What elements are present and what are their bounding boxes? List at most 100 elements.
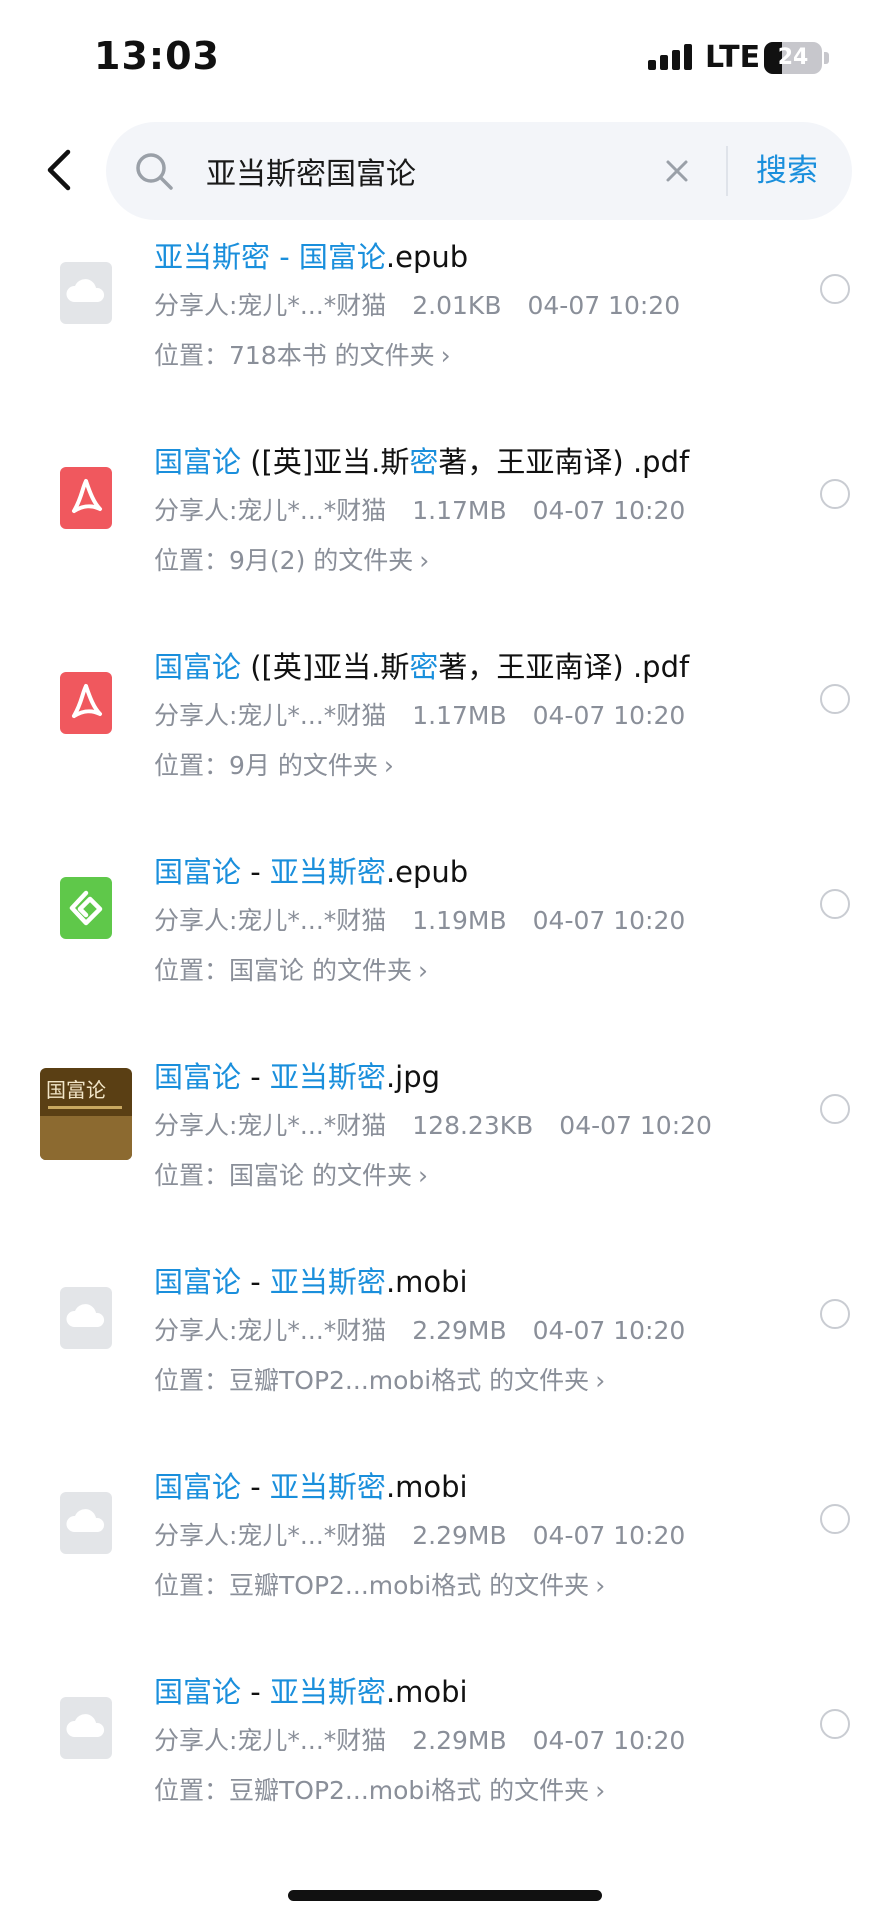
file-size: 1.17MB (412, 701, 507, 730)
file-date: 04-07 10:20 (527, 291, 681, 320)
location-link[interactable]: 位置：豆瓣TOP2...mobi格式 的文件夹 › (154, 1361, 605, 1397)
select-radio[interactable] (820, 1504, 850, 1534)
result-row[interactable]: 国富论 - 亚当斯密.mobi 分享人:宠儿*...*财猫 2.29MB 04-07 … (0, 1195, 887, 1400)
file-title-part: 国富论 (154, 1265, 242, 1299)
screen: 13:03 LTE 24 搜索 亚当斯密 - 国富论.epub分享人:宠儿*..… (0, 0, 887, 1920)
sharer-text: 分享人:宠儿*...*财猫 (154, 1316, 387, 1345)
file-title-part: 国富论 (154, 1675, 242, 1709)
file-meta: 分享人:宠儿*...*财猫 2.29MB 04-07 10:20 (154, 1311, 685, 1347)
signal-strength-icon (648, 44, 694, 70)
file-size: 2.29MB (412, 1726, 507, 1755)
file-title-part: ([英]亚当.斯 (241, 445, 410, 479)
file-title[interactable]: 国富论 - 亚当斯密.mobi (154, 1259, 468, 1301)
location-text: 位置：718本书 的文件夹 (154, 341, 435, 370)
chevron-right-icon: › (417, 1161, 428, 1190)
back-button[interactable] (40, 146, 80, 194)
select-radio[interactable] (820, 889, 850, 919)
file-date: 04-07 10:20 (532, 906, 686, 935)
file-size: 2.29MB (412, 1521, 507, 1550)
result-row[interactable]: 国富论 国富论 - 亚当斯密.jpg 分享人:宠儿*...*财猫 128.23KB 04… (0, 990, 887, 1195)
file-title[interactable]: 国富论 - 亚当斯密.mobi (154, 1669, 468, 1711)
file-title-part: 亚当斯密 - 国富论 (154, 240, 386, 274)
location-text: 位置：国富论 的文件夹 (154, 956, 412, 985)
result-row[interactable]: 国富论 - 亚当斯密.mobi 分享人:宠儿*...*财猫 2.29MB 04-07 … (0, 1605, 887, 1802)
file-title-part: 密 (409, 445, 439, 479)
file-meta: 分享人:宠儿*...*财猫 2.29MB 04-07 10:20 (154, 1516, 685, 1552)
chevron-right-icon: › (440, 341, 451, 370)
chevron-right-icon: › (595, 1366, 606, 1395)
status-time: 13:03 (94, 34, 220, 78)
select-radio[interactable] (820, 1709, 850, 1739)
results-list[interactable]: 亚当斯密 - 国富论.epub 分享人:宠儿*...*财猫 2.01KB 04-07 … (0, 222, 887, 1802)
location-link[interactable]: 位置：9月(2) 的文件夹 › (154, 541, 429, 577)
file-title[interactable]: 国富论 ([英]亚当.斯密著，王亚南译) .pdf (154, 439, 689, 481)
file-title-part: 国富论 (154, 445, 242, 479)
thumbnail-title: 国富论 (46, 1078, 106, 1102)
image-thumbnail-icon: 国富论 (40, 1068, 132, 1160)
file-date: 04-07 10:20 (532, 496, 686, 525)
network-type: LTE (705, 40, 761, 75)
home-indicator[interactable] (288, 1890, 602, 1901)
sharer-text: 分享人:宠儿*...*财猫 (154, 496, 387, 525)
chevron-right-icon: › (419, 546, 430, 575)
select-radio[interactable] (820, 1094, 850, 1124)
search-input[interactable] (206, 146, 646, 196)
sharer-text: 分享人:宠儿*...*财猫 (154, 1111, 387, 1140)
sharer-text: 分享人:宠儿*...*财猫 (154, 1521, 387, 1550)
search-box[interactable]: 搜索 (106, 122, 852, 220)
result-row[interactable]: 国富论 ([英]亚当.斯密著，王亚南译) .pdf 分享人:宠儿*...*财猫 1.… (0, 580, 887, 785)
file-meta: 分享人:宠儿*...*财猫 2.01KB 04-07 10:20 (154, 286, 680, 322)
location-link[interactable]: 位置：9月 的文件夹 › (154, 746, 394, 782)
select-radio[interactable] (820, 274, 850, 304)
file-title[interactable]: 国富论 ([英]亚当.斯密著，王亚南译) .pdf (154, 644, 689, 686)
file-size: 1.19MB (412, 906, 507, 935)
file-title-part: .jpg (385, 1060, 441, 1094)
result-row[interactable]: 国富论 - 亚当斯密.mobi 分享人:宠儿*...*财猫 2.29MB 04-07 … (0, 1400, 887, 1605)
file-meta: 分享人:宠儿*...*财猫 1.19MB 04-07 10:20 (154, 901, 685, 937)
location-link[interactable]: 位置：718本书 的文件夹 › (154, 336, 451, 372)
location-text: 位置：豆瓣TOP2...mobi格式 的文件夹 (154, 1366, 590, 1395)
location-text: 位置：豆瓣TOP2...mobi格式 的文件夹 (154, 1776, 590, 1802)
cloud-file-icon (60, 1492, 112, 1554)
search-button[interactable]: 搜索 (756, 144, 818, 198)
file-title-part: - (241, 1470, 270, 1504)
file-title[interactable]: 国富论 - 亚当斯密.mobi (154, 1464, 468, 1506)
location-text: 位置：国富论 的文件夹 (154, 1161, 412, 1190)
result-row[interactable]: 国富论 - 亚当斯密.epub 分享人:宠儿*...*财猫 1.19MB 04-07 … (0, 785, 887, 990)
cloud-file-icon (60, 1697, 112, 1759)
location-text: 位置：9月(2) 的文件夹 (154, 546, 414, 575)
file-title[interactable]: 国富论 - 亚当斯密.jpg (154, 1054, 440, 1096)
location-link[interactable]: 位置：豆瓣TOP2...mobi格式 的文件夹 › (154, 1771, 605, 1802)
file-title-part: - (241, 1675, 270, 1709)
status-bar: 13:03 LTE 24 (0, 0, 887, 110)
file-title-part: .epub (385, 240, 469, 274)
select-radio[interactable] (820, 1299, 850, 1329)
file-meta: 分享人:宠儿*...*财猫 1.17MB 04-07 10:20 (154, 491, 685, 527)
chevron-right-icon: › (383, 751, 394, 780)
file-title-part: 亚当斯密 (269, 1060, 386, 1094)
result-row[interactable]: 亚当斯密 - 国富论.epub 分享人:宠儿*...*财猫 2.01KB 04-07 … (0, 222, 887, 375)
file-title-part: 国富论 (154, 855, 242, 889)
location-link[interactable]: 位置：豆瓣TOP2...mobi格式 的文件夹 › (154, 1566, 605, 1602)
search-icon (136, 153, 173, 190)
file-title-part: .mobi (385, 1675, 468, 1709)
select-radio[interactable] (820, 684, 850, 714)
cloud-file-icon (60, 1287, 112, 1349)
sharer-text: 分享人:宠儿*...*财猫 (154, 906, 387, 935)
file-size: 2.01KB (412, 291, 502, 320)
location-link[interactable]: 位置：国富论 的文件夹 › (154, 1156, 428, 1192)
pdf-icon (60, 467, 112, 529)
chevron-left-icon (47, 149, 71, 191)
location-text: 位置：豆瓣TOP2...mobi格式 的文件夹 (154, 1571, 590, 1600)
file-meta: 分享人:宠儿*...*财猫 128.23KB 04-07 10:20 (154, 1106, 712, 1142)
file-title[interactable]: 国富论 - 亚当斯密.epub (154, 849, 468, 891)
cloud-file-icon (60, 262, 112, 324)
select-radio[interactable] (820, 479, 850, 509)
file-size: 1.17MB (412, 496, 507, 525)
file-title[interactable]: 亚当斯密 - 国富论.epub (154, 234, 468, 276)
file-title-part: .epub (385, 855, 469, 889)
location-link[interactable]: 位置：国富论 的文件夹 › (154, 951, 428, 987)
clear-icon[interactable] (662, 156, 692, 186)
battery-icon: 24 (764, 42, 822, 74)
result-row[interactable]: 国富论 ([英]亚当.斯密著，王亚南译) .pdf 分享人:宠儿*...*财猫 1.… (0, 375, 887, 580)
